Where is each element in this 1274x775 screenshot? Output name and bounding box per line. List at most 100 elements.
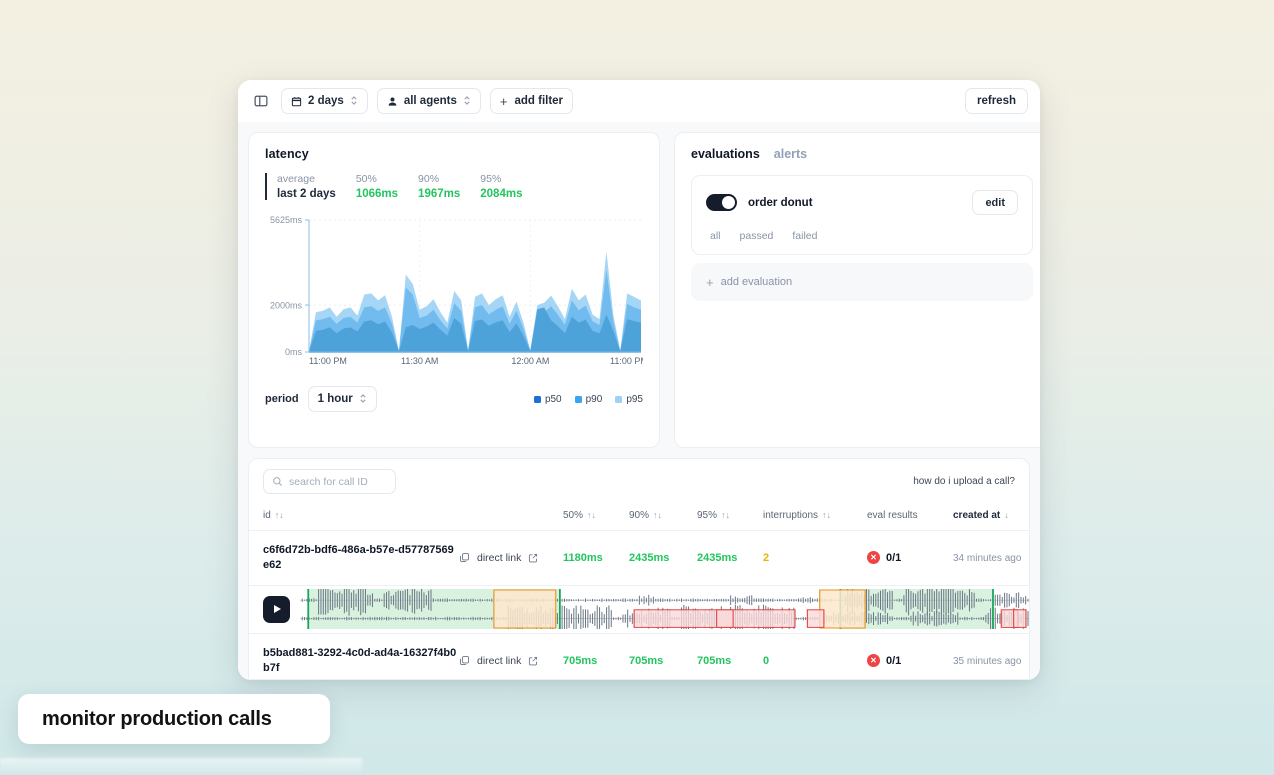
chart-footer: period 1 hour p50 p90 p95 (265, 386, 643, 412)
period-value: 1 hour (317, 393, 353, 405)
period-select[interactable]: 1 hour (307, 386, 377, 412)
latency-card: latency average last 2 days 50% 1066ms 9… (248, 132, 660, 448)
svg-text:11:30 AM: 11:30 AM (401, 356, 438, 366)
period-label: period (265, 393, 299, 405)
call-id-text: c6f6d72b-bdf6-486a-b57e-d57787569e62 (263, 544, 454, 571)
cell-created-at: 35 minutes ago (953, 633, 1029, 679)
stat-header-p95: 95% (480, 173, 502, 185)
search-icon (272, 476, 283, 487)
search-box[interactable] (263, 469, 396, 494)
evaluation-name: order donut (748, 196, 813, 209)
legend-label-p95: p95 (626, 393, 643, 405)
legend-item-p50: p50 (533, 394, 562, 405)
cell-waveform (249, 585, 1030, 634)
app-body: latency average last 2 days 50% 1066ms 9… (238, 122, 1040, 680)
latency-stats: average last 2 days 50% 1066ms 90% 1967m… (265, 173, 643, 200)
svg-text:12:00 AM: 12:00 AM (511, 356, 549, 366)
column-header-interruptions[interactable]: interruptions ↑↓ (763, 503, 867, 531)
stat-value-p90: 1967ms (418, 188, 461, 200)
add-evaluation-button[interactable]: + add evaluation (691, 263, 1033, 301)
external-link-icon[interactable] (528, 553, 538, 563)
value-p95: 2435ms (697, 551, 738, 564)
chevron-updown-icon (359, 393, 367, 406)
stats-col-p95: 95% 2084ms (480, 173, 522, 200)
latency-title: latency (265, 147, 309, 161)
agent-filter[interactable]: all agents (376, 88, 481, 114)
calendar-icon (291, 96, 302, 107)
tab-evaluations[interactable]: evaluations (691, 147, 760, 161)
overview-row: latency average last 2 days 50% 1066ms 9… (248, 132, 1040, 448)
value-p50: 1180ms (563, 551, 603, 564)
table-row[interactable]: c6f6d72b-bdf6-486a-b57e-d57787569e62 dir… (249, 530, 1029, 586)
user-icon (387, 96, 398, 107)
refresh-button[interactable]: refresh (965, 88, 1028, 114)
copy-icon[interactable] (459, 552, 470, 563)
cell-eval-results: ✕ 0/1 (867, 633, 953, 679)
panel-left-icon[interactable] (250, 90, 272, 112)
column-header-p95[interactable]: 95% ↑↓ (697, 503, 763, 531)
cell-id: c6f6d72b-bdf6-486a-b57e-d57787569e62 (249, 530, 459, 586)
plus-icon: + (499, 93, 508, 109)
legend-label-p90: p90 (585, 393, 603, 405)
external-link-icon[interactable] (528, 656, 538, 666)
stat-header-p50: 50% (355, 173, 377, 185)
edit-evaluation-button[interactable]: edit (972, 190, 1018, 215)
plus-icon: + (706, 274, 714, 290)
play-icon (274, 605, 281, 614)
calls-table-head: id ↑↓ 50% ↑↓ 90% ↑↓ 95% ↑↓ interruptions… (249, 503, 1029, 531)
date-range-filter[interactable]: 2 days (281, 88, 368, 114)
column-label-p90: 90% (629, 510, 650, 521)
cell-created-at: 34 minutes ago (953, 530, 1029, 586)
play-button[interactable] (263, 595, 290, 623)
svg-text:11:00 PM: 11:00 PM (309, 356, 347, 366)
eval-score-text: 0/1 (886, 551, 902, 564)
agent-filter-label: all agents (403, 95, 457, 107)
value-p95: 705ms (697, 654, 732, 667)
eval-filter-passed[interactable]: passed (740, 230, 774, 242)
close-icon: ✕ (867, 551, 880, 565)
sort-icon: ↑↓ (721, 510, 731, 520)
value-p90: 705ms (629, 654, 664, 667)
call-id-text: b5bad881-3292-4c0d-ad4a-16327f4b0b7f (263, 646, 457, 674)
waveform-canvas[interactable] (300, 589, 1030, 630)
column-label-created-at: created at (953, 510, 1001, 521)
sort-icon: ↑↓ (587, 510, 597, 520)
search-input[interactable] (289, 475, 387, 488)
copy-icon[interactable] (459, 655, 470, 666)
stats-col-p50: 50% 1066ms (356, 173, 398, 200)
stats-col-label: average last 2 days (277, 173, 336, 200)
column-label-p95: 95% (697, 510, 718, 521)
sort-desc-icon: ↓ (1004, 510, 1009, 520)
tab-alerts[interactable]: alerts (774, 147, 807, 161)
column-header-id[interactable]: id ↑↓ (249, 503, 459, 531)
svg-text:2000ms: 2000ms (270, 300, 303, 310)
caption-banner: monitor production calls (18, 694, 330, 744)
direct-link-label[interactable]: direct link (477, 552, 521, 564)
close-icon: ✕ (867, 654, 880, 668)
eval-filter-failed[interactable]: failed (792, 230, 817, 242)
sort-icon: ↑↓ (653, 510, 663, 520)
calls-table-body: c6f6d72b-bdf6-486a-b57e-d57787569e62 dir… (249, 530, 1030, 679)
table-row[interactable]: b5bad881-3292-4c0d-ad4a-16327f4b0b7f dir… (249, 633, 1029, 679)
evaluation-item: order donut edit all passed failed (691, 175, 1033, 255)
value-interruptions: 2 (763, 551, 770, 564)
cell-p95: 705ms (697, 633, 763, 679)
svg-text:11:00 PM: 11:00 PM (610, 356, 643, 366)
column-label-eval-results: eval results (867, 510, 918, 521)
evaluation-toggle[interactable] (706, 194, 737, 211)
add-filter-button[interactable]: + add filter (489, 88, 574, 114)
cell-link: direct link (459, 530, 563, 586)
direct-link-label[interactable]: direct link (477, 655, 521, 667)
eval-filter-all[interactable]: all (710, 230, 721, 242)
column-header-p50[interactable]: 50% ↑↓ (563, 503, 629, 531)
evaluations-tabs: evaluations alerts (691, 147, 1033, 161)
chart-legend: p50 p90 p95 (533, 393, 643, 405)
evaluation-filters: all passed failed (706, 230, 1018, 242)
column-header-created-at[interactable]: created at ↓ (953, 503, 1029, 531)
value-p90: 2435ms (629, 551, 670, 564)
bottom-blurred-strip (0, 758, 362, 775)
upload-help-link[interactable]: how do i upload a call? (913, 476, 1015, 487)
latency-area-chart: 0ms 2000ms 5625ms 11:00 PM 11:30 AM 12:00 AM 1… (270, 215, 643, 366)
created-at-text: 34 minutes ago (953, 552, 1022, 564)
column-header-p90[interactable]: 90% ↑↓ (629, 503, 697, 531)
